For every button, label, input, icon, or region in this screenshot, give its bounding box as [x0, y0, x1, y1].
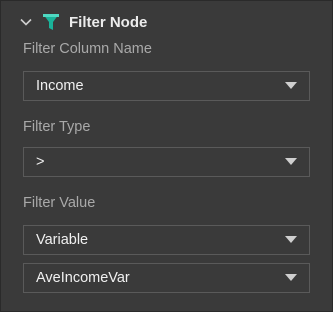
filter-column-name-label: Filter Column Name — [23, 41, 152, 57]
filter-type-dropdown[interactable]: > — [23, 147, 310, 177]
chevron-down-icon[interactable] — [19, 15, 33, 29]
filter-column-value: Income — [36, 78, 84, 94]
caret-down-icon — [285, 274, 297, 282]
filter-node-panel: Filter Node Filter Column Name Income Fi… — [0, 0, 333, 312]
filter-value-label: Filter Value — [23, 195, 96, 211]
funnel-icon — [41, 12, 61, 32]
panel-title: Filter Node — [69, 13, 148, 31]
filter-value-mode-dropdown[interactable]: Variable — [23, 225, 310, 255]
filter-column-dropdown[interactable]: Income — [23, 71, 310, 101]
caret-down-icon — [285, 158, 297, 166]
filter-value-variable-dropdown[interactable]: AveIncomeVar — [23, 263, 310, 293]
caret-down-icon — [285, 236, 297, 244]
filter-type-label: Filter Type — [23, 119, 91, 135]
filter-type-value: > — [36, 154, 45, 170]
caret-down-icon — [285, 82, 297, 90]
filter-value-mode: Variable — [36, 232, 89, 248]
filter-value-variable: AveIncomeVar — [36, 270, 130, 286]
panel-header: Filter Node — [19, 11, 147, 33]
